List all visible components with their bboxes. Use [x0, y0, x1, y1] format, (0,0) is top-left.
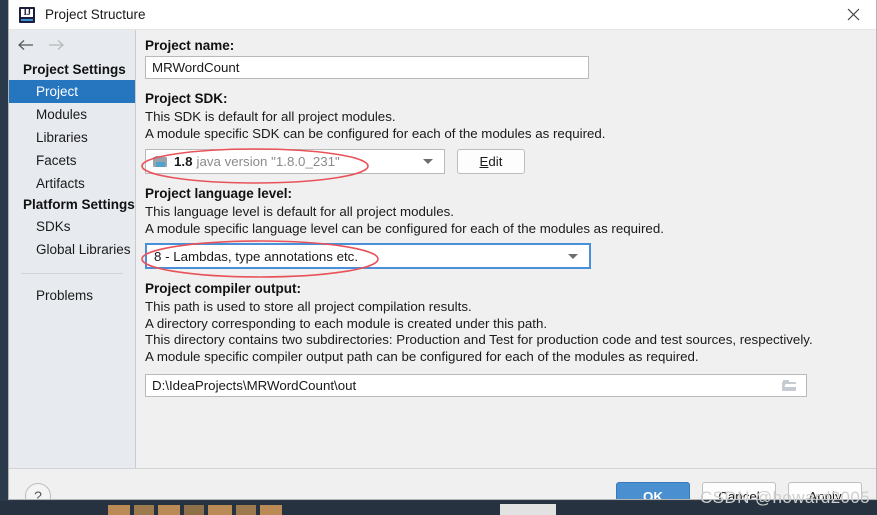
language-level-value: 8 - Lambdas, type annotations etc. — [154, 248, 359, 264]
folder-browse-icon[interactable] — [782, 379, 798, 392]
project-name-input[interactable]: MRWordCount — [145, 56, 589, 79]
dialog-footer: ? OK Cancel Apply — [9, 469, 876, 499]
sidebar-item-artifacts[interactable]: Artifacts — [9, 172, 135, 195]
settings-sidebar: Project Settings Project Modules Librari… — [9, 30, 136, 468]
close-icon[interactable] — [830, 0, 876, 29]
compiler-output-path-input[interactable]: D:\IdeaProjects\MRWordCount\out — [145, 374, 807, 397]
project-name-label: Project name: — [145, 38, 235, 53]
sidebar-group-title-project-settings: Project Settings — [23, 62, 126, 77]
chevron-down-icon — [568, 253, 578, 259]
language-level-combobox[interactable]: 8 - Lambdas, type annotations etc. — [145, 243, 591, 269]
sidebar-divider — [21, 273, 123, 274]
sidebar-item-modules[interactable]: Modules — [9, 103, 135, 126]
language-level-label: Project language level: — [145, 186, 293, 201]
sidebar-group-title-platform-settings: Platform Settings — [23, 197, 135, 212]
sdk-folder-icon — [153, 155, 168, 168]
compiler-output-desc-3: This directory contains two subdirectori… — [145, 332, 813, 347]
edit-sdk-button[interactable]: Edit — [457, 149, 525, 174]
compiler-output-desc-4: A module specific compiler output path c… — [145, 348, 699, 364]
sidebar-item-facets[interactable]: Facets — [9, 149, 135, 172]
compiler-output-desc-2: A directory corresponding to each module… — [145, 315, 548, 331]
help-button[interactable]: ? — [25, 483, 51, 499]
dialog-titlebar: IJ Project Structure — [9, 0, 876, 30]
dialog-title: Project Structure — [45, 7, 146, 22]
arrow-right-icon — [48, 39, 65, 51]
cancel-button[interactable]: Cancel — [702, 482, 776, 499]
language-level-desc-1: This language level is default for all p… — [145, 204, 454, 219]
settings-content-project: Project name: MRWordCount Project SDK: T… — [136, 30, 876, 468]
arrow-left-icon[interactable] — [17, 39, 34, 51]
intellij-idea-icon: IJ — [19, 6, 35, 23]
ok-button[interactable]: OK — [616, 482, 690, 499]
footer-actions: OK Cancel Apply — [616, 482, 862, 499]
project-sdk-desc-2: A module specific SDK can be configured … — [145, 125, 606, 141]
sidebar-item-project[interactable]: Project — [9, 80, 135, 103]
project-sdk-desc-1: This SDK is default for all project modu… — [145, 109, 396, 124]
project-structure-dialog: IJ Project Structure Project Settings Pr… — [8, 0, 877, 500]
sidebar-item-problems[interactable]: Problems — [9, 284, 135, 307]
language-level-desc-2: A module specific language level can be … — [145, 220, 664, 236]
project-sdk-label: Project SDK: — [145, 91, 228, 106]
nav-arrows — [9, 30, 135, 60]
sidebar-item-libraries[interactable]: Libraries — [9, 126, 135, 149]
compiler-output-label: Project compiler output: — [145, 281, 302, 296]
project-sdk-detail: java version "1.8.0_231" — [196, 154, 340, 169]
project-name-value: MRWordCount — [152, 60, 240, 75]
chevron-down-icon — [423, 159, 433, 164]
sidebar-item-sdks[interactable]: SDKs — [9, 215, 135, 238]
ide-backdrop-taskbar — [0, 501, 877, 515]
compiler-output-path-value: D:\IdeaProjects\MRWordCount\out — [152, 378, 357, 393]
project-sdk-version: 1.8 — [174, 154, 193, 169]
sidebar-item-global-libraries[interactable]: Global Libraries — [9, 238, 135, 261]
dialog-body: Project Settings Project Modules Librari… — [9, 30, 876, 468]
compiler-output-desc-1: This path is used to store all project c… — [145, 299, 472, 314]
project-sdk-row: 1.8 java version "1.8.0_231" Edit — [145, 149, 876, 174]
apply-button[interactable]: Apply — [788, 482, 862, 499]
project-sdk-combobox[interactable]: 1.8 java version "1.8.0_231" — [145, 149, 445, 174]
